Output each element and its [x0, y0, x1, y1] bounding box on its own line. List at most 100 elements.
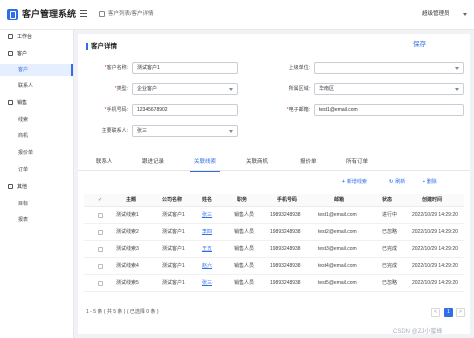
- plus-icon: +: [342, 179, 345, 185]
- cell-name-link[interactable]: 李四: [202, 224, 212, 241]
- sidebar-item-quotes[interactable]: 报价单: [0, 147, 73, 159]
- email-field[interactable]: test1@email.com: [314, 104, 464, 116]
- sidebar-item-orders[interactable]: 订单: [0, 164, 73, 176]
- refresh-icon: ↻: [389, 179, 394, 185]
- refresh-label: 刷新: [395, 179, 406, 185]
- column-header-position: 职务: [237, 197, 248, 203]
- type-value: 企业客户: [137, 86, 158, 92]
- tab-quotes[interactable]: 报价单: [300, 153, 317, 171]
- sidebar-item-contacts[interactable]: 联系人: [0, 80, 73, 92]
- phone-label: *手机号码:: [104, 107, 128, 113]
- sidebar-item-label: 联系人: [18, 83, 34, 89]
- next-page-button[interactable]: >: [456, 308, 465, 317]
- cell-phone: 19893248938: [270, 280, 301, 286]
- cell-status: 已完成: [382, 263, 398, 269]
- sidebar-group-label: 工作台: [17, 34, 33, 40]
- sidebar-group-customer[interactable]: 客户: [0, 48, 73, 60]
- sidebar-group-other[interactable]: 其他: [0, 181, 73, 193]
- refresh-button[interactable]: ↻ 刷新: [389, 178, 405, 186]
- other-icon: [8, 184, 13, 189]
- column-header-email: 邮箱: [334, 197, 345, 203]
- cell-subject: 测试线索5: [116, 280, 139, 286]
- menu-fold-icon[interactable]: [80, 10, 87, 18]
- primary-contact-select[interactable]: 张三: [132, 125, 238, 137]
- table-row[interactable]: 测试线索3 测试客户1 王五 销售人员 19893248938 test3@em…: [84, 241, 464, 258]
- top-bar: 客户管理系统 客户列表/客户详情 超级管理员: [0, 0, 474, 30]
- tab-related-leads[interactable]: 关联线索: [189, 153, 221, 172]
- parent-unit-select[interactable]: [314, 62, 464, 74]
- prev-page-button[interactable]: <: [431, 308, 440, 317]
- sidebar-item-opportunities[interactable]: 商机: [0, 130, 73, 142]
- type-label: *类型:: [114, 86, 128, 92]
- sidebar-item-label: 客户: [18, 67, 29, 73]
- cell-subject: 测试线索2: [116, 229, 139, 235]
- sidebar-group-label: 销售: [17, 100, 28, 106]
- save-button[interactable]: 保存: [413, 41, 426, 49]
- sales-icon: [8, 100, 13, 105]
- select-all-checkmark-icon[interactable]: ✓: [98, 194, 102, 207]
- table-row[interactable]: 测试线索1 测试客户1 张三 销售人员 19893248938 test1@em…: [84, 207, 464, 224]
- table-row[interactable]: 测试线索5 测试客户1 张三 销售人员 19893248938 test5@em…: [84, 275, 464, 292]
- sidebar-item-label: 报价单: [18, 150, 34, 156]
- sidebar-group-sales[interactable]: 销售: [0, 97, 73, 109]
- primary-contact-label: 主要联系人:: [101, 128, 128, 134]
- table-row[interactable]: 测试线索2 测试客户1 李四 销售人员 19893248938 test2@em…: [84, 224, 464, 241]
- phone-field[interactable]: 12345678902: [132, 104, 238, 116]
- delete-label: 删除: [426, 179, 437, 185]
- sidebar-item-label: 目标: [18, 201, 29, 207]
- cell-name-link[interactable]: 张三: [202, 207, 212, 224]
- parent-unit-label: 上级单位:: [288, 65, 310, 71]
- cell-phone: 19893248938: [270, 263, 301, 269]
- delete-button[interactable]: ▪ 删除: [423, 178, 437, 186]
- region-value: 华南区: [319, 86, 335, 92]
- type-select[interactable]: 企业客户: [132, 83, 238, 95]
- add-lead-button[interactable]: + 新增线索: [342, 178, 367, 186]
- chevron-down-icon: [229, 88, 233, 91]
- cell-status: 已完成: [382, 246, 398, 252]
- trash-icon: ▪: [423, 179, 425, 185]
- breadcrumb-icon: [99, 11, 105, 17]
- user-name[interactable]: 超级管理员: [422, 11, 450, 18]
- sidebar-item-customer[interactable]: 客户: [0, 64, 73, 76]
- sidebar-item-goals[interactable]: 目标: [0, 198, 73, 210]
- column-header-created: 创建时间: [422, 197, 443, 203]
- sidebar-item-label: 商机: [18, 133, 29, 139]
- cell-email: test1@email.com: [318, 212, 357, 218]
- cell-email: test4@email.com: [318, 263, 357, 269]
- cell-created: 2022/10/29 14:29:20: [412, 246, 458, 252]
- cell-created: 2022/10/29 14:29:20: [412, 212, 458, 218]
- breadcrumb: 客户列表/客户详情: [108, 11, 154, 17]
- row-checkbox[interactable]: [98, 247, 103, 252]
- cell-name-link[interactable]: 王五: [202, 241, 212, 258]
- row-checkbox[interactable]: [98, 281, 103, 286]
- tab-related-opportunities[interactable]: 关联商机: [246, 153, 268, 171]
- chevron-down-icon[interactable]: [463, 13, 467, 16]
- current-page-button[interactable]: 1: [444, 308, 453, 317]
- title-accent-bar: [86, 43, 88, 50]
- cell-status: 已忽略: [382, 280, 398, 286]
- cell-name-link[interactable]: 张三: [202, 275, 212, 292]
- cell-company: 测试客户1: [162, 229, 185, 235]
- column-header-phone: 手机号码: [277, 197, 298, 203]
- cell-created: 2022/10/29 14:29:20: [412, 280, 458, 286]
- cell-name-link[interactable]: 赵六: [202, 258, 212, 275]
- sidebar-group-dashboard[interactable]: 工作台: [0, 31, 73, 43]
- cell-created: 2022/10/29 14:29:20: [412, 263, 458, 269]
- row-checkbox[interactable]: [98, 213, 103, 218]
- tab-contacts[interactable]: 联系人: [96, 153, 113, 171]
- cell-email: test2@email.com: [318, 229, 357, 235]
- cell-company: 测试客户1: [162, 263, 185, 269]
- table-row[interactable]: 测试线索4 测试客户1 赵六 销售人员 19893248938 test4@em…: [84, 258, 464, 275]
- tab-all-orders[interactable]: 所有订单: [346, 153, 368, 171]
- detail-tabs: 联系人 跟进记录 关联线索 关联商机 报价单 所有订单: [78, 153, 470, 172]
- row-checkbox[interactable]: [98, 230, 103, 235]
- customer-name-field[interactable]: 测试客户1: [132, 62, 238, 74]
- tab-follow-up[interactable]: 跟进记录: [142, 153, 164, 171]
- sidebar-item-leads[interactable]: 线索: [0, 114, 73, 126]
- row-checkbox[interactable]: [98, 264, 103, 269]
- sidebar-item-reports[interactable]: 报表: [0, 214, 73, 226]
- region-select[interactable]: 华南区: [314, 83, 464, 95]
- cell-subject: 测试线索4: [116, 263, 139, 269]
- sidebar-item-label: 报表: [18, 217, 29, 223]
- cell-position: 销售人员: [234, 280, 255, 286]
